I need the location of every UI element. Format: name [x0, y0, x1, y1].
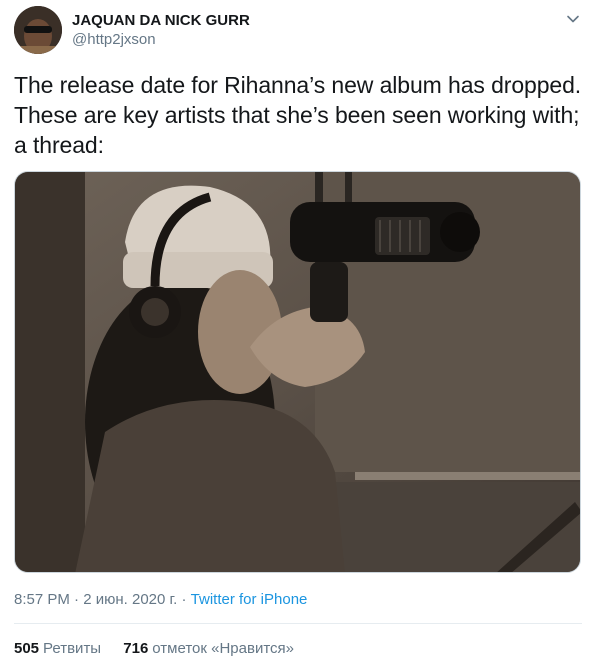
- retweets-label: Ретвиты: [43, 640, 102, 657]
- meta-separator: ·: [181, 591, 187, 608]
- display-name[interactable]: JAQUAN DA NICK GURR: [72, 12, 250, 30]
- tweet-stats: 505 Ретвиты 716 отметок «Нравится»: [14, 639, 312, 659]
- chevron-down-icon[interactable]: [566, 12, 580, 26]
- tweet-time[interactable]: 8:57 PM: [14, 591, 70, 608]
- tweet-source-link[interactable]: Twitter for iPhone: [191, 591, 308, 608]
- user-names: JAQUAN DA NICK GURR @http2jxson: [72, 12, 250, 50]
- retweets-stat[interactable]: 505 Ретвиты: [14, 640, 101, 657]
- likes-label: отметок «Нравится»: [152, 640, 294, 657]
- meta-separator: ·: [74, 591, 80, 608]
- avatar[interactable]: [14, 6, 62, 54]
- likes-stat[interactable]: 716 отметок «Нравится»: [123, 640, 294, 657]
- tweet-header: JAQUAN DA NICK GURR @http2jxson: [14, 6, 582, 58]
- likes-count: 716: [123, 640, 149, 657]
- tweet-photo[interactable]: [14, 171, 581, 573]
- divider: [14, 623, 582, 624]
- tweet-date[interactable]: 2 июн. 2020 г.: [83, 591, 177, 608]
- user-handle[interactable]: @http2jxson: [72, 30, 250, 50]
- avatar-image: [14, 6, 62, 54]
- tweet-text: The release date for Rihanna’s new album…: [14, 72, 582, 158]
- retweets-count: 505: [14, 640, 40, 657]
- tweet-meta: 8:57 PM · 2 июн. 2020 г. · Twitter for i…: [14, 590, 307, 610]
- studio-photo-image: [15, 172, 580, 572]
